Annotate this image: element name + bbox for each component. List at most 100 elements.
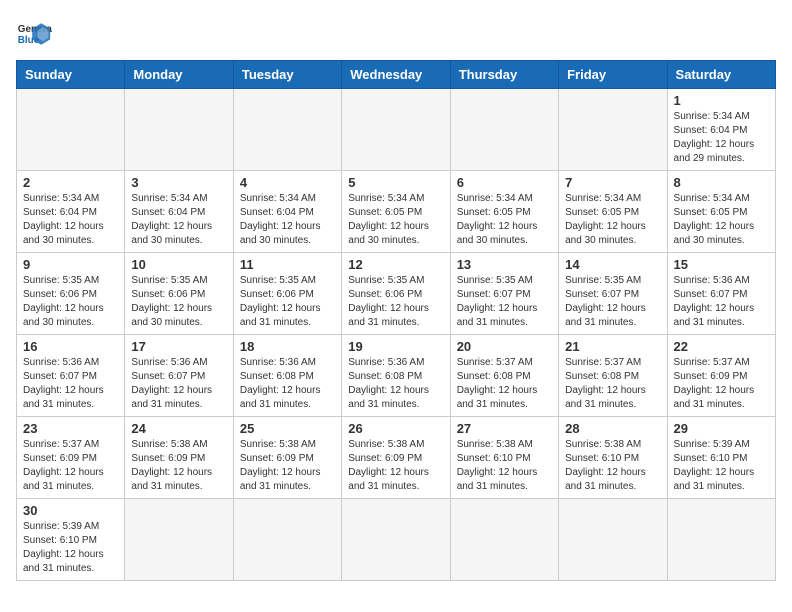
calendar-cell bbox=[342, 499, 450, 581]
day-info: Sunrise: 5:36 AM Sunset: 6:08 PM Dayligh… bbox=[240, 356, 335, 412]
calendar-cell bbox=[450, 499, 558, 581]
day-info: Sunrise: 5:35 AM Sunset: 6:06 PM Dayligh… bbox=[131, 274, 226, 330]
day-info: Sunrise: 5:35 AM Sunset: 6:07 PM Dayligh… bbox=[457, 274, 552, 330]
week-row-1: 1 Sunrise: 5:34 AM Sunset: 6:04 PM Daylig… bbox=[17, 89, 776, 171]
day-info: Sunrise: 5:39 AM Sunset: 6:10 PM Dayligh… bbox=[23, 520, 118, 576]
calendar-cell: 22 Sunrise: 5:37 AM Sunset: 6:09 PM Dayli… bbox=[667, 335, 775, 417]
weekday-header-wednesday: Wednesday bbox=[342, 61, 450, 89]
calendar-cell: 26 Sunrise: 5:38 AM Sunset: 6:09 PM Dayli… bbox=[342, 417, 450, 499]
calendar-cell bbox=[342, 89, 450, 171]
day-info: Sunrise: 5:38 AM Sunset: 6:09 PM Dayligh… bbox=[131, 438, 226, 494]
calendar-cell: 17 Sunrise: 5:36 AM Sunset: 6:07 PM Dayli… bbox=[125, 335, 233, 417]
calendar-cell: 7 Sunrise: 5:34 AM Sunset: 6:05 PM Daylig… bbox=[559, 171, 667, 253]
day-number: 27 bbox=[457, 421, 552, 436]
calendar-cell: 27 Sunrise: 5:38 AM Sunset: 6:10 PM Dayli… bbox=[450, 417, 558, 499]
weekday-header-saturday: Saturday bbox=[667, 61, 775, 89]
calendar-cell: 28 Sunrise: 5:38 AM Sunset: 6:10 PM Dayli… bbox=[559, 417, 667, 499]
calendar-cell: 15 Sunrise: 5:36 AM Sunset: 6:07 PM Dayli… bbox=[667, 253, 775, 335]
calendar-cell: 10 Sunrise: 5:35 AM Sunset: 6:06 PM Dayli… bbox=[125, 253, 233, 335]
calendar-cell bbox=[559, 89, 667, 171]
calendar-cell: 11 Sunrise: 5:35 AM Sunset: 6:06 PM Dayli… bbox=[233, 253, 341, 335]
calendar-cell: 19Sunrise: 5:36 AM Sunset: 6:08 PM Dayli… bbox=[342, 335, 450, 417]
day-number: 7 bbox=[565, 175, 660, 190]
calendar-cell: 9 Sunrise: 5:35 AM Sunset: 6:06 PM Daylig… bbox=[17, 253, 125, 335]
calendar-cell: 3Sunrise: 5:34 AM Sunset: 6:04 PM Daylig… bbox=[125, 171, 233, 253]
day-number: 24 bbox=[131, 421, 226, 436]
day-number: 29 bbox=[674, 421, 769, 436]
day-number: 12 bbox=[348, 257, 443, 272]
day-info: Sunrise: 5:35 AM Sunset: 6:06 PM Dayligh… bbox=[23, 274, 118, 330]
day-info: Sunrise: 5:36 AM Sunset: 6:08 PM Dayligh… bbox=[348, 356, 443, 412]
day-info: Sunrise: 5:39 AM Sunset: 6:10 PM Dayligh… bbox=[674, 438, 769, 494]
day-number: 15 bbox=[674, 257, 769, 272]
header: General Blue bbox=[16, 16, 776, 52]
weekday-header-monday: Monday bbox=[125, 61, 233, 89]
day-info: Sunrise: 5:37 AM Sunset: 6:09 PM Dayligh… bbox=[674, 356, 769, 412]
weekday-header-friday: Friday bbox=[559, 61, 667, 89]
day-info: Sunrise: 5:34 AM Sunset: 6:05 PM Dayligh… bbox=[674, 192, 769, 248]
day-info: Sunrise: 5:34 AM Sunset: 6:04 PM Dayligh… bbox=[131, 192, 226, 248]
day-info: Sunrise: 5:34 AM Sunset: 6:04 PM Dayligh… bbox=[674, 110, 769, 166]
calendar-cell: 8Sunrise: 5:34 AM Sunset: 6:05 PM Daylig… bbox=[667, 171, 775, 253]
weekday-header-row: SundayMondayTuesdayWednesdayThursdayFrid… bbox=[17, 61, 776, 89]
weekday-header-thursday: Thursday bbox=[450, 61, 558, 89]
calendar-cell: 25Sunrise: 5:38 AM Sunset: 6:09 PM Dayli… bbox=[233, 417, 341, 499]
calendar-cell: 30 Sunrise: 5:39 AM Sunset: 6:10 PM Dayli… bbox=[17, 499, 125, 581]
day-info: Sunrise: 5:35 AM Sunset: 6:06 PM Dayligh… bbox=[240, 274, 335, 330]
day-info: Sunrise: 5:36 AM Sunset: 6:07 PM Dayligh… bbox=[23, 356, 118, 412]
day-number: 10 bbox=[131, 257, 226, 272]
day-number: 22 bbox=[674, 339, 769, 354]
day-number: 18 bbox=[240, 339, 335, 354]
day-number: 11 bbox=[240, 257, 335, 272]
calendar-cell: 5Sunrise: 5:34 AM Sunset: 6:05 PM Daylig… bbox=[342, 171, 450, 253]
calendar-cell: 13 Sunrise: 5:35 AM Sunset: 6:07 PM Dayli… bbox=[450, 253, 558, 335]
day-info: Sunrise: 5:37 AM Sunset: 6:09 PM Dayligh… bbox=[23, 438, 118, 494]
day-info: Sunrise: 5:34 AM Sunset: 6:05 PM Dayligh… bbox=[457, 192, 552, 248]
calendar-cell bbox=[125, 89, 233, 171]
week-row-6: 30 Sunrise: 5:39 AM Sunset: 6:10 PM Dayli… bbox=[17, 499, 776, 581]
day-number: 30 bbox=[23, 503, 118, 518]
calendar-cell: 29 Sunrise: 5:39 AM Sunset: 6:10 PM Dayli… bbox=[667, 417, 775, 499]
day-info: Sunrise: 5:34 AM Sunset: 6:05 PM Dayligh… bbox=[348, 192, 443, 248]
day-number: 9 bbox=[23, 257, 118, 272]
calendar-cell: 14 Sunrise: 5:35 AM Sunset: 6:07 PM Dayli… bbox=[559, 253, 667, 335]
calendar-cell: 18 Sunrise: 5:36 AM Sunset: 6:08 PM Dayli… bbox=[233, 335, 341, 417]
week-row-4: 16Sunrise: 5:36 AM Sunset: 6:07 PM Dayli… bbox=[17, 335, 776, 417]
logo: General Blue bbox=[16, 16, 52, 52]
day-number: 13 bbox=[457, 257, 552, 272]
calendar-cell bbox=[233, 499, 341, 581]
calendar-cell bbox=[125, 499, 233, 581]
week-row-2: 2Sunrise: 5:34 AM Sunset: 6:04 PM Daylig… bbox=[17, 171, 776, 253]
day-info: Sunrise: 5:36 AM Sunset: 6:07 PM Dayligh… bbox=[131, 356, 226, 412]
day-number: 20 bbox=[457, 339, 552, 354]
calendar-table: SundayMondayTuesdayWednesdayThursdayFrid… bbox=[16, 60, 776, 581]
week-row-5: 23Sunrise: 5:37 AM Sunset: 6:09 PM Dayli… bbox=[17, 417, 776, 499]
day-number: 28 bbox=[565, 421, 660, 436]
calendar-cell bbox=[667, 499, 775, 581]
day-info: Sunrise: 5:38 AM Sunset: 6:10 PM Dayligh… bbox=[457, 438, 552, 494]
calendar-cell: 4Sunrise: 5:34 AM Sunset: 6:04 PM Daylig… bbox=[233, 171, 341, 253]
calendar-cell: 1 Sunrise: 5:34 AM Sunset: 6:04 PM Daylig… bbox=[667, 89, 775, 171]
day-number: 26 bbox=[348, 421, 443, 436]
day-info: Sunrise: 5:38 AM Sunset: 6:09 PM Dayligh… bbox=[348, 438, 443, 494]
day-number: 14 bbox=[565, 257, 660, 272]
calendar-cell: 12 Sunrise: 5:35 AM Sunset: 6:06 PM Dayli… bbox=[342, 253, 450, 335]
calendar-cell: 24 Sunrise: 5:38 AM Sunset: 6:09 PM Dayli… bbox=[125, 417, 233, 499]
day-number: 1 bbox=[674, 93, 769, 108]
day-info: Sunrise: 5:38 AM Sunset: 6:09 PM Dayligh… bbox=[240, 438, 335, 494]
day-info: Sunrise: 5:37 AM Sunset: 6:08 PM Dayligh… bbox=[457, 356, 552, 412]
weekday-header-tuesday: Tuesday bbox=[233, 61, 341, 89]
weekday-header-sunday: Sunday bbox=[17, 61, 125, 89]
calendar-cell: 21Sunrise: 5:37 AM Sunset: 6:08 PM Dayli… bbox=[559, 335, 667, 417]
day-info: Sunrise: 5:37 AM Sunset: 6:08 PM Dayligh… bbox=[565, 356, 660, 412]
day-info: Sunrise: 5:34 AM Sunset: 6:05 PM Dayligh… bbox=[565, 192, 660, 248]
day-info: Sunrise: 5:35 AM Sunset: 6:06 PM Dayligh… bbox=[348, 274, 443, 330]
calendar-cell: 2Sunrise: 5:34 AM Sunset: 6:04 PM Daylig… bbox=[17, 171, 125, 253]
day-info: Sunrise: 5:36 AM Sunset: 6:07 PM Dayligh… bbox=[674, 274, 769, 330]
calendar-cell: 20 Sunrise: 5:37 AM Sunset: 6:08 PM Dayli… bbox=[450, 335, 558, 417]
day-number: 4 bbox=[240, 175, 335, 190]
day-info: Sunrise: 5:35 AM Sunset: 6:07 PM Dayligh… bbox=[565, 274, 660, 330]
generalblue-logo-icon: General Blue bbox=[16, 16, 52, 52]
day-info: Sunrise: 5:38 AM Sunset: 6:10 PM Dayligh… bbox=[565, 438, 660, 494]
day-number: 17 bbox=[131, 339, 226, 354]
